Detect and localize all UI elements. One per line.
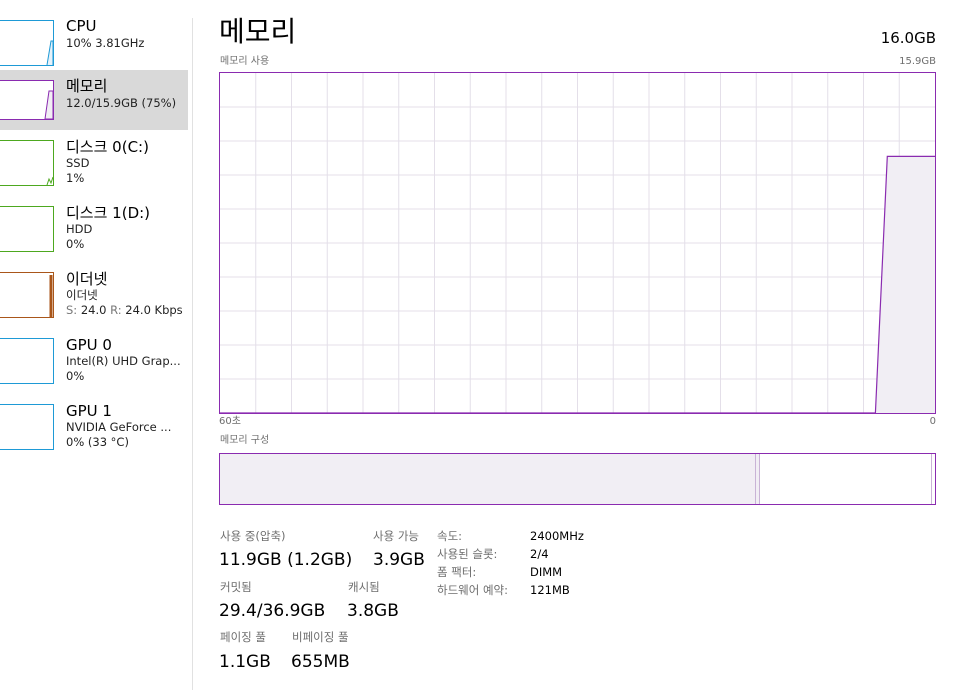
disk-1-thumbnail-graph: [0, 206, 54, 252]
composition-in-use[interactable]: [220, 454, 756, 504]
receive-value: 24.0 Kbps: [125, 303, 183, 317]
composition-standby[interactable]: [760, 454, 932, 504]
hardware-reserved-label: 하드웨어 예약:: [437, 583, 509, 597]
paged-pool-value: 1.1GB: [219, 652, 271, 672]
sidebar-item-detail: 12.0/15.9GB (75%): [66, 96, 177, 110]
gpu-0-thumbnail-graph: [0, 338, 54, 384]
sidebar-item-label: GPU 0: [66, 336, 112, 354]
committed-value: 29.4/36.9GB: [219, 601, 326, 621]
nonpaged-pool-label: 비페이징 풀: [292, 630, 349, 644]
sidebar-item-detail: HDD: [66, 222, 93, 236]
cached-label: 캐시됨: [348, 580, 380, 594]
form-factor-label: 폼 팩터:: [437, 565, 477, 579]
sidebar-item-label: 이더넷: [66, 270, 108, 288]
sidebar-item-label: GPU 1: [66, 402, 112, 420]
sidebar-divider[interactable]: [192, 18, 193, 690]
sidebar-item-usage: 0%: [66, 369, 85, 383]
total-memory: 16.0GB: [880, 29, 936, 47]
slots-used-value: 2/4: [530, 547, 549, 561]
cached-value: 3.8GB: [347, 601, 399, 621]
sidebar-item-detail: NVIDIA GeForce ...: [66, 420, 172, 434]
time-axis-start: 60초: [219, 416, 241, 427]
composition-free[interactable]: [932, 454, 935, 504]
available-value: 3.9GB: [373, 550, 425, 570]
sidebar-item-label: 디스크 0(C:): [66, 138, 149, 156]
form-factor-value: DIMM: [530, 565, 563, 579]
memory-usage-chart-svg: [220, 73, 935, 414]
sidebar-item-cpu[interactable]: CPU 10% 3.81GHz: [0, 14, 188, 74]
paged-pool-label: 페이징 풀: [220, 630, 266, 644]
speed-label: 속도:: [437, 529, 463, 543]
send-label: S:: [66, 303, 78, 317]
nonpaged-pool-value: 655MB: [291, 652, 350, 672]
ethernet-throughput: S: 24.0 R: 24.0 Kbps: [66, 303, 183, 318]
available-label: 사용 가능: [373, 529, 419, 543]
cpu-thumbnail-graph: [0, 20, 54, 66]
memory-composition-bar: [219, 453, 936, 505]
send-value: 24.0: [80, 303, 107, 317]
sidebar-item-gpu-0[interactable]: GPU 0 Intel(R) UHD Grap... 0%: [0, 334, 188, 394]
sidebar-item-ethernet[interactable]: 이더넷 이더넷 S: 24.0 R: 24.0 Kbps: [0, 268, 188, 328]
sidebar-item-label: 메모리: [66, 77, 108, 95]
gpu-1-thumbnail-graph: [0, 404, 54, 450]
sidebar: CPU 10% 3.81GHz 메모리 12.0/15.9GB (75%) 디스…: [0, 0, 192, 697]
sidebar-item-memory[interactable]: 메모리 12.0/15.9GB (75%): [0, 70, 188, 130]
disk-0-thumbnail-graph: [0, 140, 54, 186]
in-use-value: 11.9GB (1.2GB): [219, 550, 353, 570]
sidebar-item-detail: 이더넷: [66, 288, 98, 302]
sidebar-item-detail: SSD: [66, 156, 90, 170]
slots-used-label: 사용된 슬롯:: [437, 547, 498, 561]
sidebar-item-label: 디스크 1(D:): [66, 204, 151, 222]
sidebar-item-label: CPU: [66, 17, 97, 35]
committed-label: 커밋됨: [220, 580, 252, 594]
time-axis-end: 0: [929, 416, 936, 427]
sidebar-item-gpu-1[interactable]: GPU 1 NVIDIA GeForce ... 0% (33 °C): [0, 400, 188, 460]
sidebar-item-usage: 1%: [66, 171, 85, 185]
sidebar-item-usage: 0%: [66, 237, 85, 251]
sidebar-item-disk-1[interactable]: 디스크 1(D:) HDD 0%: [0, 202, 188, 262]
usage-chart-max: 15.9GB: [899, 56, 936, 67]
memory-thumbnail-graph: [0, 80, 54, 120]
sidebar-item-detail: Intel(R) UHD Grap...: [66, 354, 181, 368]
composition-label: 메모리 구성: [220, 435, 270, 446]
ethernet-thumbnail-graph: [0, 272, 54, 318]
receive-label: R:: [110, 303, 122, 317]
speed-value: 2400MHz: [530, 529, 584, 543]
in-use-label: 사용 중(압축): [220, 529, 286, 543]
sidebar-item-usage: 0% (33 °C): [66, 435, 129, 449]
page-title: 메모리: [219, 15, 297, 48]
sidebar-item-detail: 10% 3.81GHz: [66, 36, 145, 50]
memory-usage-chart: [219, 72, 936, 414]
hardware-reserved-value: 121MB: [530, 583, 570, 597]
sidebar-item-disk-0[interactable]: 디스크 0(C:) SSD 1%: [0, 136, 188, 196]
usage-chart-label: 메모리 사용: [220, 56, 270, 67]
